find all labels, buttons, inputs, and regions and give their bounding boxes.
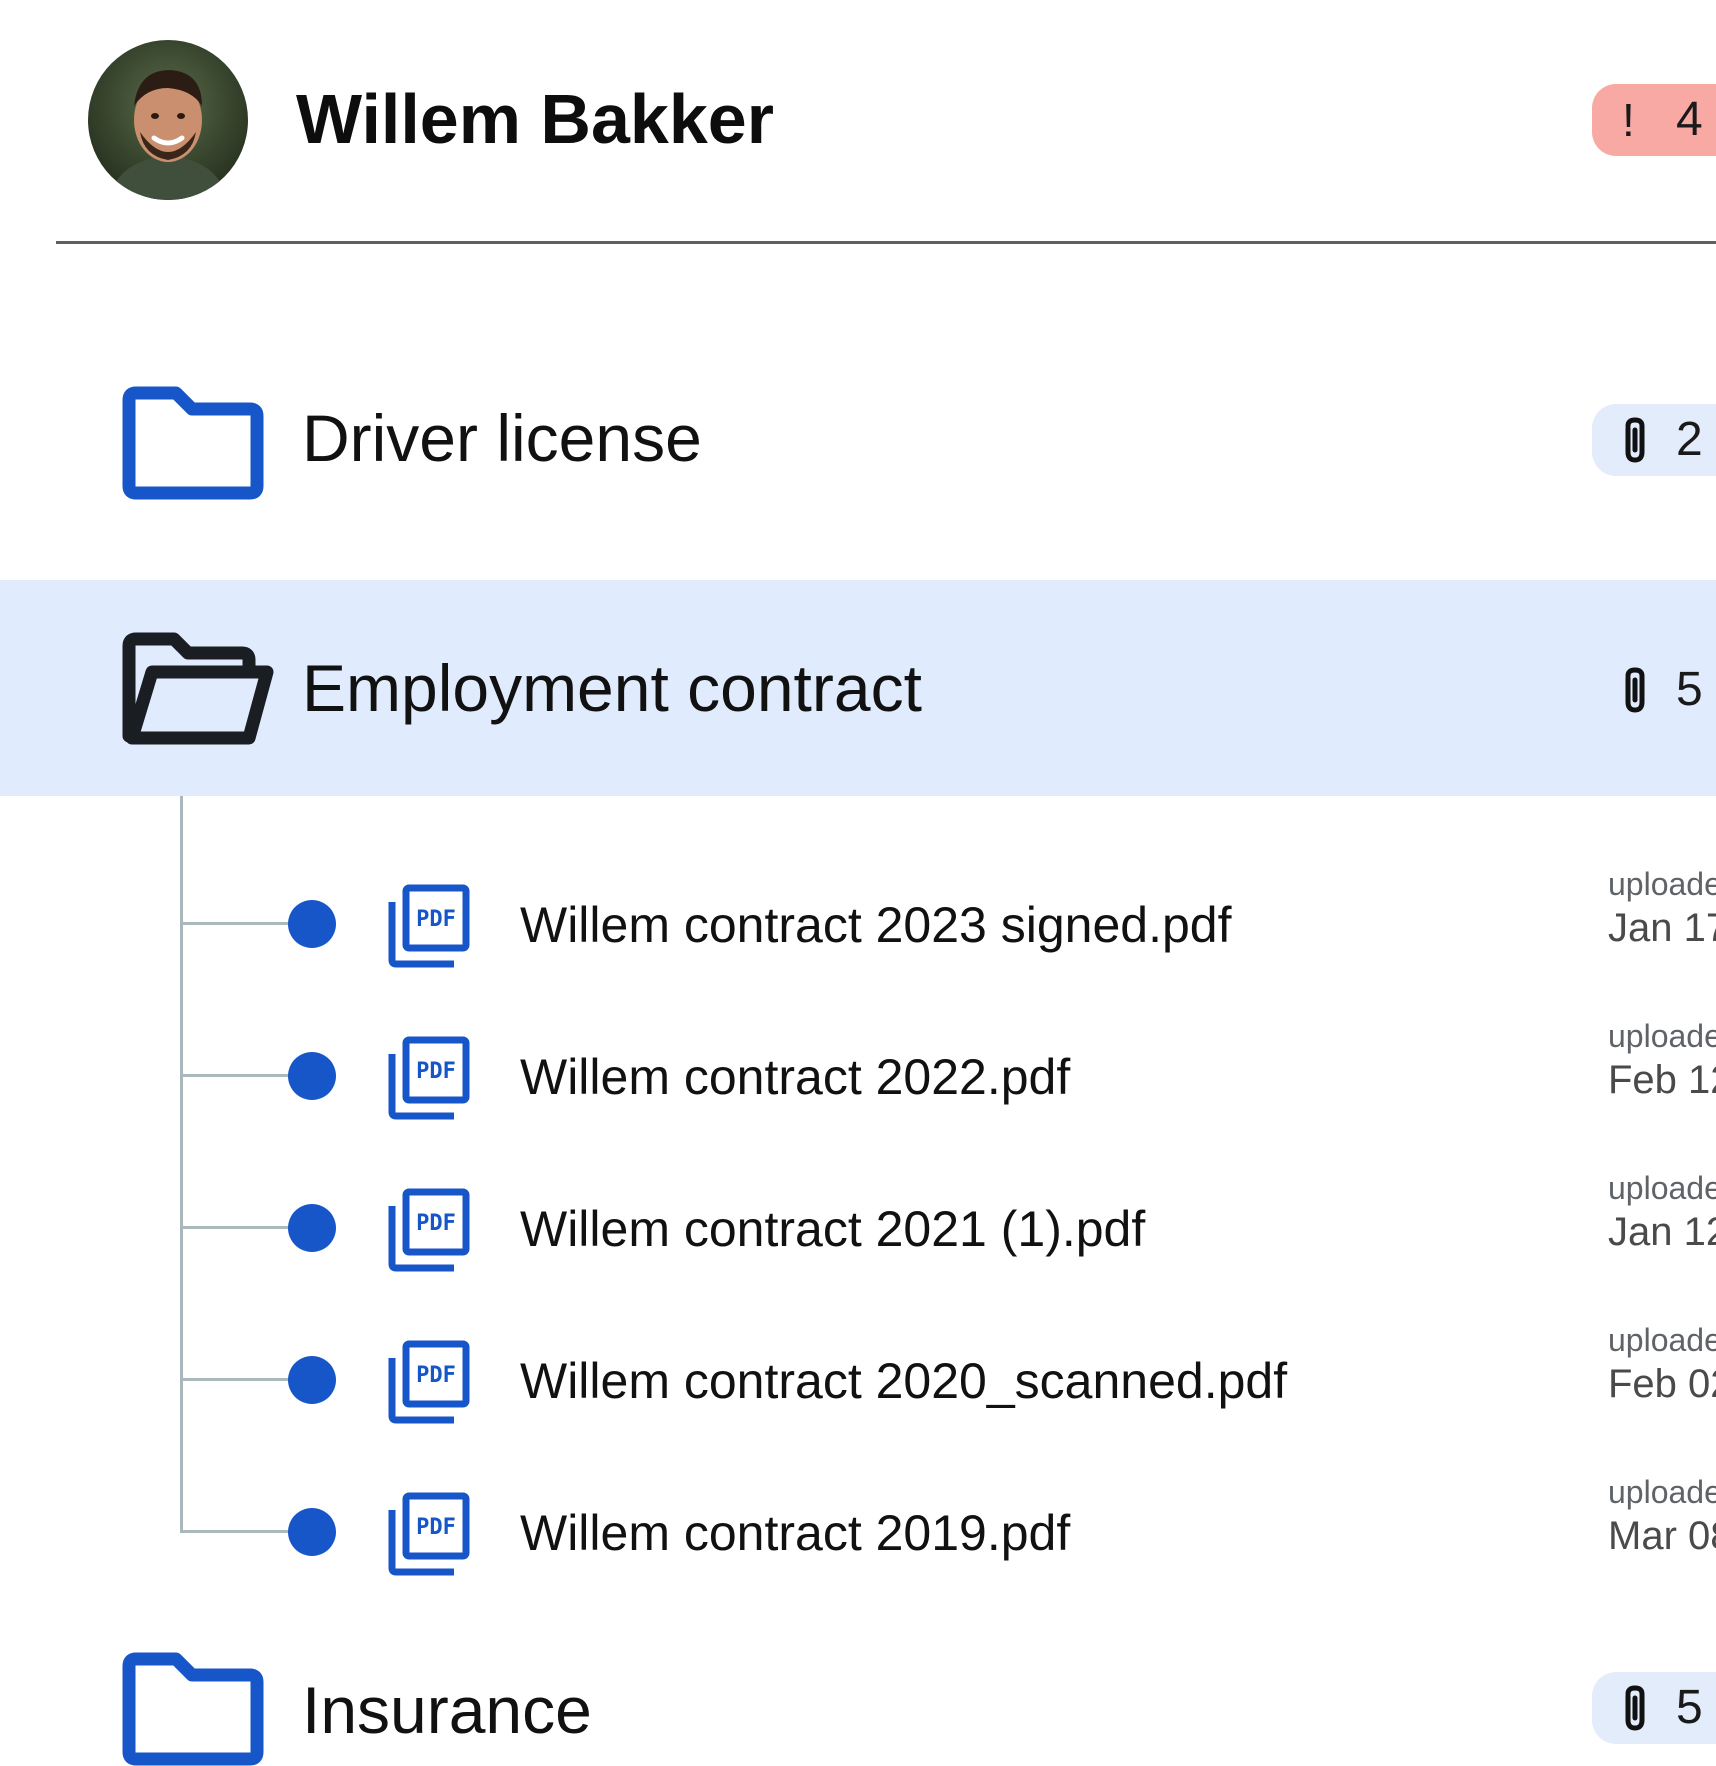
uploaded-label: uploaded [1608, 1170, 1716, 1206]
user-name: Willem Bakker [296, 80, 774, 158]
tree-branch [180, 1226, 290, 1229]
file-name[interactable]: Willem contract 2021 (1).pdf [520, 1198, 1145, 1260]
file-bullet [288, 900, 336, 948]
file-name[interactable]: Willem contract 2023 signed.pdf [520, 894, 1231, 956]
svg-text:PDF: PDF [416, 907, 456, 932]
folder-closed-icon [122, 1652, 264, 1766]
attachment-count-badge[interactable]: 5 [1592, 1672, 1716, 1744]
svg-text:PDF: PDF [416, 1515, 456, 1540]
svg-text:PDF: PDF [416, 1363, 456, 1388]
folder-row-insurance[interactable]: Insurance 5 [0, 1640, 1716, 1766]
folder-closed-icon [122, 386, 264, 500]
pdf-file-icon: PDF [386, 1036, 470, 1120]
svg-text:PDF: PDF [416, 1059, 456, 1084]
attachment-count-badge[interactable]: 5 [1592, 654, 1716, 726]
tree-branch [180, 1074, 290, 1077]
uploaded-label: uploaded [1608, 1474, 1716, 1510]
uploaded-label: uploaded [1608, 866, 1716, 902]
uploaded-label: uploaded [1608, 1322, 1716, 1358]
uploaded-date: Mar 08 [1608, 1514, 1716, 1558]
tree-branch [180, 1530, 290, 1533]
attachment-count-badge[interactable]: 2 [1592, 404, 1716, 476]
alert-icon: ! [1622, 94, 1635, 146]
uploaded-date: Feb 12 [1608, 1058, 1716, 1102]
file-name[interactable]: Willem contract 2020_scanned.pdf [520, 1350, 1287, 1412]
paperclip-icon [1625, 417, 1645, 463]
pdf-file-icon: PDF [386, 884, 470, 968]
file-row[interactable]: PDF Willem contract 2021 (1).pdf uploade… [0, 1152, 1716, 1304]
file-bullet [288, 1508, 336, 1556]
uploaded-label: uploaded [1608, 1018, 1716, 1054]
folder-label: Insurance [302, 1673, 592, 1747]
file-row[interactable]: PDF Willem contract 2022.pdf uploaded Fe… [0, 1000, 1716, 1152]
folder-label: Employment contract [302, 651, 922, 725]
uploaded-date: Jan 12 [1608, 1210, 1716, 1254]
paperclip-icon [1625, 667, 1645, 713]
file-row[interactable]: PDF Willem contract 2019.pdf uploaded Ma… [0, 1456, 1716, 1608]
file-bullet [288, 1052, 336, 1100]
attachment-count: 2 [1676, 413, 1703, 466]
file-row[interactable]: PDF Willem contract 2020_scanned.pdf upl… [0, 1304, 1716, 1456]
file-name[interactable]: Willem contract 2019.pdf [520, 1502, 1070, 1564]
uploaded-date: Feb 02 [1608, 1362, 1716, 1406]
header-divider [56, 241, 1716, 244]
alert-badge[interactable]: ! 4 [1592, 84, 1716, 156]
file-bullet [288, 1204, 336, 1252]
file-bullet [288, 1356, 336, 1404]
folder-row-driver-license[interactable]: Driver license 2 [0, 330, 1716, 540]
folder-open-icon [122, 632, 274, 745]
file-name[interactable]: Willem contract 2022.pdf [520, 1046, 1070, 1108]
avatar[interactable] [88, 40, 248, 200]
tree-branch [180, 1378, 290, 1381]
alert-count: 4 [1676, 93, 1703, 146]
pdf-file-icon: PDF [386, 1340, 470, 1424]
pdf-file-icon: PDF [386, 1492, 470, 1576]
svg-text:PDF: PDF [416, 1211, 456, 1236]
paperclip-icon [1625, 1685, 1645, 1731]
uploaded-date: Jan 17 [1608, 906, 1716, 950]
attachment-count: 5 [1676, 663, 1703, 716]
tree-branch [180, 922, 290, 925]
folder-row-employment-contract[interactable]: Employment contract 5 [0, 580, 1716, 796]
pdf-file-icon: PDF [386, 1188, 470, 1272]
avatar-photo [88, 40, 248, 200]
folder-label: Driver license [302, 401, 702, 475]
file-row[interactable]: PDF Willem contract 2023 signed.pdf uplo… [0, 848, 1716, 1000]
attachment-count: 5 [1676, 1681, 1703, 1734]
